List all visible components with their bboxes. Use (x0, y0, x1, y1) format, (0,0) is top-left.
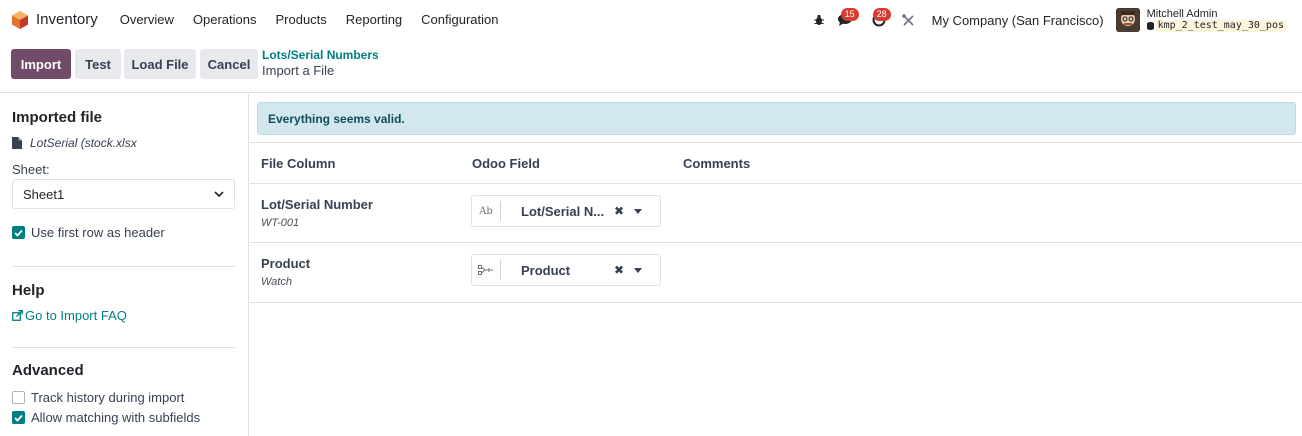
navbar-systray: 15 28 My Company (San Francisco) Mitchel… (808, 0, 1302, 40)
text-field-icon: Ab (472, 201, 501, 221)
import-faq-label: Go to Import FAQ (25, 308, 127, 323)
header-divider (250, 183, 1302, 184)
load-file-button[interactable]: Load File (124, 49, 196, 79)
sheet-select-value: Sheet1 (23, 186, 65, 202)
table-row-divider (250, 242, 1302, 243)
breadcrumb: Lots/Serial Numbers Import a File (262, 48, 379, 78)
caret-down-shape (634, 208, 642, 214)
field-mapping-select[interactable]: Product ✖ (471, 254, 661, 286)
user-info: Mitchell Admin kmp_2_test_may_30_pos (1146, 8, 1286, 32)
header-odoo-field: Odoo Field (472, 156, 540, 171)
allow-matching-checkbox[interactable] (12, 411, 25, 424)
messages-button[interactable]: 15 (830, 0, 862, 40)
menu-overview[interactable]: Overview (120, 12, 174, 27)
user-menu[interactable]: Mitchell Admin kmp_2_test_may_30_pos (1115, 8, 1286, 32)
database-line: kmp_2_test_may_30_pos (1146, 20, 1286, 32)
allow-matching-label: Allow matching with subfields (31, 410, 201, 425)
field-mapping-select[interactable]: Ab Lot/Serial N... ✖ (471, 195, 661, 227)
row-sample-value: WT-001 (261, 217, 300, 229)
field-mapping-value: Lot/Serial N... (521, 203, 605, 219)
header-comments: Comments (683, 156, 751, 171)
sidebar-divider (12, 347, 235, 348)
import-options-sidebar: Imported file LotSerial (stock.xlsx Shee… (0, 94, 249, 436)
track-history-label: Track history during import (31, 390, 185, 405)
breadcrumb-current: Import a File (262, 63, 335, 78)
use-header-checkbox[interactable] (12, 226, 25, 239)
imported-file-line: LotSerial (stock.xlsx (12, 136, 137, 150)
control-panel: Import Test Load File Cancel Lots/Serial… (0, 40, 1302, 93)
chevron-down-icon (214, 191, 224, 197)
sheet-select[interactable]: Sheet1 (12, 179, 235, 209)
track-history-checkbox[interactable] (12, 391, 25, 404)
validation-alert: Everything seems valid. (257, 102, 1296, 135)
table-top-border (250, 142, 1302, 143)
track-history-checkbox-row[interactable]: Track history during import (12, 390, 184, 405)
import-button[interactable]: Import (11, 49, 71, 79)
sheet-label: Sheet: (12, 162, 50, 177)
header-file-column: File Column (261, 156, 336, 171)
user-avatar-icon (1115, 8, 1140, 32)
app-name[interactable]: Inventory (36, 11, 98, 28)
allow-matching-checkbox-row[interactable]: Allow matching with subfields (12, 410, 200, 425)
field-mapping-value: Product (521, 262, 571, 278)
activities-button[interactable]: 28 (862, 0, 896, 40)
database-name: kmp_2_test_may_30_pos (1155, 20, 1286, 32)
menu-operations[interactable]: Operations (193, 12, 257, 27)
messages-count-badge: 15 (840, 8, 859, 21)
use-header-label: Use first row as header (31, 225, 165, 240)
breadcrumb-parent-link[interactable]: Lots/Serial Numbers (262, 48, 379, 63)
caret-down-icon[interactable] (631, 208, 645, 214)
relation-shape (478, 265, 493, 275)
checkmark-icon (14, 229, 23, 237)
menu-products[interactable]: Products (275, 12, 326, 27)
advanced-title: Advanced (12, 362, 84, 379)
relation-field-icon (472, 260, 501, 280)
debug-bug-icon[interactable] (808, 0, 830, 40)
database-icon (1146, 22, 1154, 30)
clear-field-icon[interactable]: ✖ (611, 204, 627, 218)
row-column-name: Product (261, 256, 311, 271)
row-column-name: Lot/Serial Number (261, 197, 373, 212)
caret-down-icon[interactable] (631, 267, 645, 273)
checkmark-icon (14, 414, 23, 422)
sidebar-divider (12, 266, 235, 267)
caret-down-shape (634, 267, 642, 273)
avatar (1115, 8, 1140, 32)
test-button[interactable]: Test (75, 49, 121, 79)
company-switcher[interactable]: My Company (San Francisco) (932, 13, 1104, 28)
activities-count-badge: 28 (872, 8, 891, 21)
imported-file-title: Imported file (12, 109, 103, 126)
tools-icon[interactable] (896, 0, 922, 40)
user-name: Mitchell Admin (1146, 8, 1218, 20)
inventory-app-icon (12, 10, 28, 29)
import-faq-link[interactable]: Go to Import FAQ (12, 308, 127, 323)
help-title: Help (12, 282, 45, 299)
file-icon (12, 137, 22, 149)
external-link-icon (12, 310, 23, 321)
cancel-button[interactable]: Cancel (200, 49, 258, 79)
wrench-screwdriver-icon (902, 13, 914, 26)
app-brand[interactable]: Inventory (12, 10, 120, 29)
row-sample-value: Watch (261, 276, 292, 288)
bug-icon (813, 14, 824, 25)
use-header-checkbox-row[interactable]: Use first row as header (12, 225, 165, 240)
top-navbar: Inventory Overview Operations Products R… (0, 0, 1302, 40)
table-row-divider (250, 302, 1302, 303)
menu-configuration[interactable]: Configuration (421, 12, 498, 27)
clear-field-icon[interactable]: ✖ (611, 263, 627, 277)
imported-file-name: LotSerial (stock.xlsx (30, 136, 137, 150)
menu-reporting[interactable]: Reporting (346, 12, 402, 27)
